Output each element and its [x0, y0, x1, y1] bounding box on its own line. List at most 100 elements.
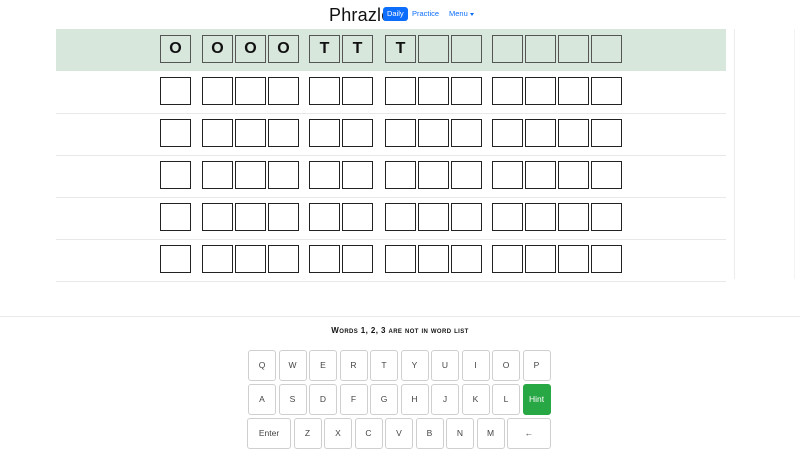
key-z[interactable]: Z [293, 418, 322, 449]
letter-tile [385, 77, 416, 105]
letter-tile [160, 77, 191, 105]
letter-tile [492, 245, 523, 273]
letter-tile [160, 203, 191, 231]
letter-tile [591, 119, 622, 147]
letter-tile [309, 119, 340, 147]
letter-tile [202, 245, 233, 273]
guess-row-2 [56, 71, 726, 114]
letter-tile [492, 35, 523, 63]
letter-tile [418, 77, 449, 105]
letter-tile [309, 161, 340, 189]
letter-tile [418, 245, 449, 273]
key-u[interactable]: U [431, 350, 459, 381]
nav-menu-dropdown[interactable]: Menu [449, 7, 474, 21]
guess-row-1: OOOOTTT [56, 29, 726, 71]
key-d[interactable]: D [309, 384, 337, 415]
key-t[interactable]: T [370, 350, 398, 381]
key-j[interactable]: J [431, 384, 459, 415]
letter-tile [235, 77, 266, 105]
letter-tile [202, 77, 233, 105]
board-far-divider [794, 29, 795, 279]
letter-tile [385, 161, 416, 189]
key-f[interactable]: F [339, 384, 368, 415]
letter-tile [591, 245, 622, 273]
letter-tile [202, 203, 233, 231]
letter-tile: T [342, 35, 373, 63]
section-divider [0, 316, 800, 317]
letter-tile [342, 203, 373, 231]
letter-tile [591, 161, 622, 189]
key-c[interactable]: C [354, 418, 383, 449]
key-s[interactable]: S [278, 384, 307, 415]
letter-tile [235, 161, 266, 189]
key-x[interactable]: X [324, 418, 352, 449]
letter-tile [591, 77, 622, 105]
key-v[interactable]: V [385, 418, 413, 449]
letter-tile [418, 119, 449, 147]
letter-tile [418, 203, 449, 231]
status-message: Words 1, 2, 3 are not in word list [331, 326, 469, 335]
key-o[interactable]: O [492, 350, 520, 381]
nav-daily-button[interactable]: Daily [383, 7, 408, 21]
letter-tile [418, 35, 449, 63]
key-r[interactable]: R [339, 350, 368, 381]
key-b[interactable]: B [415, 418, 444, 449]
letter-tile [235, 203, 266, 231]
key-m[interactable]: M [476, 418, 505, 449]
key-h[interactable]: H [400, 384, 429, 415]
key-g[interactable]: G [370, 384, 398, 415]
letter-tile [160, 161, 191, 189]
letter-tile [525, 245, 556, 273]
letter-tile [160, 119, 191, 147]
letter-tile [268, 203, 299, 231]
letter-tile: O [160, 35, 191, 63]
key-n[interactable]: N [446, 418, 474, 449]
key-y[interactable]: Y [400, 350, 429, 381]
letter-tile [342, 119, 373, 147]
letter-tile: O [235, 35, 266, 63]
enter-key[interactable]: Enter [247, 418, 291, 449]
letter-tile [451, 119, 482, 147]
letter-tile [525, 77, 556, 105]
letter-tile [268, 77, 299, 105]
hint-button[interactable]: Hint [522, 384, 551, 415]
letter-tile: O [202, 35, 233, 63]
letter-tile [591, 203, 622, 231]
letter-tile [451, 245, 482, 273]
nav-practice-link[interactable]: Practice [412, 7, 439, 21]
nav-menu-label: Menu [449, 9, 468, 18]
caret-down-icon [469, 12, 474, 16]
key-i[interactable]: I [461, 350, 490, 381]
letter-tile [202, 119, 233, 147]
letter-tile [492, 119, 523, 147]
game-board: OOOOTTT [56, 29, 726, 282]
letter-tile [385, 203, 416, 231]
guess-row-6 [56, 239, 726, 282]
letter-tile [342, 77, 373, 105]
letter-tile [235, 245, 266, 273]
guess-row-5 [56, 197, 726, 240]
key-p[interactable]: P [522, 350, 551, 381]
letter-tile [591, 35, 622, 63]
key-a[interactable]: A [248, 384, 276, 415]
key-q[interactable]: Q [248, 350, 276, 381]
letter-tile [451, 35, 482, 63]
letter-tile [525, 203, 556, 231]
letter-tile [385, 119, 416, 147]
letter-tile [525, 119, 556, 147]
key-l[interactable]: L [492, 384, 520, 415]
letter-tile: T [385, 35, 416, 63]
guess-row-4 [56, 155, 726, 198]
key-e[interactable]: E [309, 350, 337, 381]
guess-row-3 [56, 113, 726, 156]
key-k[interactable]: K [461, 384, 490, 415]
letter-tile [160, 245, 191, 273]
key-w[interactable]: W [278, 350, 307, 381]
letter-tile [525, 35, 556, 63]
letter-tile [235, 119, 266, 147]
letter-tile [451, 77, 482, 105]
header: Phrazle Daily Practice Menu [0, 0, 800, 28]
letter-tile [451, 161, 482, 189]
backspace-key[interactable]: ← [507, 418, 551, 449]
letter-tile [268, 119, 299, 147]
